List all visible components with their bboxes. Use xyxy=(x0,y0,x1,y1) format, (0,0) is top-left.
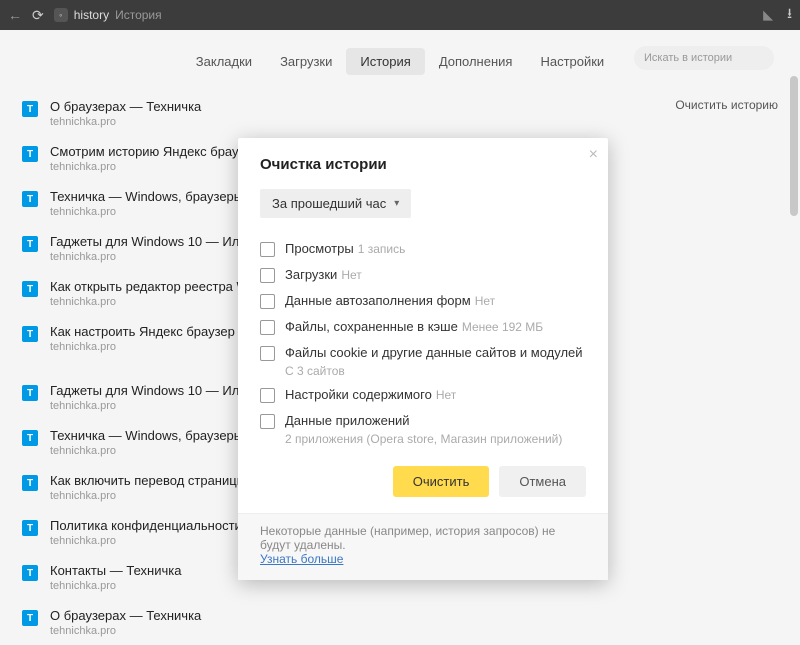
history-title: Смотрим историю Яндекс браузера xyxy=(50,144,266,159)
address-bar[interactable]: ◦ history История xyxy=(54,8,753,22)
learn-more-link[interactable]: Узнать больше xyxy=(260,552,343,566)
checkbox[interactable] xyxy=(260,414,275,429)
chevron-down-icon: ▾ xyxy=(394,198,399,209)
checkbox[interactable] xyxy=(260,388,275,403)
favicon-icon: T xyxy=(22,610,38,626)
tab-settings[interactable]: Настройки xyxy=(526,48,618,75)
content-area: Закладки Загрузки История Дополнения Нас… xyxy=(0,30,800,600)
address-sub: История xyxy=(115,8,162,22)
browser-toolbar: ← ⟳ ◦ history История ◣ ⭳ xyxy=(0,0,800,30)
option-subtext: 2 приложения (Opera store, Магазин прило… xyxy=(285,432,586,446)
favicon-icon: T xyxy=(22,475,38,491)
list-item[interactable]: T О браузерах — Техничка tehnichka.pro xyxy=(22,600,598,645)
checkbox[interactable] xyxy=(260,320,275,335)
option-label: Файлы, сохраненные в кэше xyxy=(285,319,458,334)
option-label: Файлы cookie и другие данные сайтов и мо… xyxy=(285,345,583,360)
favicon-icon: T xyxy=(22,565,38,581)
list-item[interactable]: T О браузерах — Техничка tehnichka.pro xyxy=(22,91,598,136)
tab-history[interactable]: История xyxy=(346,48,424,75)
history-domain: tehnichka.pro xyxy=(50,625,201,637)
option-note: 1 запись xyxy=(358,242,406,256)
favicon-icon: T xyxy=(22,430,38,446)
option-note: Менее 192 МБ xyxy=(462,320,543,334)
history-title: О браузерах — Техничка xyxy=(50,608,201,623)
option-views[interactable]: Просмотры 1 запись xyxy=(260,236,586,262)
option-note: Нет xyxy=(341,268,361,282)
checkbox[interactable] xyxy=(260,268,275,283)
clear-history-link[interactable]: Очистить историю xyxy=(675,98,778,112)
option-content[interactable]: Настройки содержимого Нет xyxy=(260,382,586,408)
option-downloads[interactable]: Загрузки Нет xyxy=(260,262,586,288)
option-label: Данные приложений xyxy=(285,413,410,428)
tab-bookmarks[interactable]: Закладки xyxy=(182,48,266,75)
checkbox[interactable] xyxy=(260,294,275,309)
favicon-icon: T xyxy=(22,281,38,297)
tab-addons[interactable]: Дополнения xyxy=(425,48,527,75)
history-domain: tehnichka.pro xyxy=(50,161,266,173)
dialog-footer: Некоторые данные (например, история запр… xyxy=(238,513,608,580)
search-placeholder: Искать в истории xyxy=(644,52,732,64)
site-icon: ◦ xyxy=(54,8,68,22)
option-autofill[interactable]: Данные автозаполнения форм Нет xyxy=(260,288,586,314)
option-note: Нет xyxy=(436,388,456,402)
option-subtext: С 3 сайтов xyxy=(285,364,586,378)
scrollbar-thumb[interactable] xyxy=(790,76,798,216)
back-icon: ← xyxy=(8,7,22,23)
favicon-icon: T xyxy=(22,326,38,342)
favicon-icon: T xyxy=(22,191,38,207)
time-range-dropdown[interactable]: За прошедший час ▾ xyxy=(260,189,411,218)
favicon-icon: T xyxy=(22,385,38,401)
history-title: О браузерах — Техничка xyxy=(50,99,201,114)
option-label: Настройки содержимого xyxy=(285,387,432,402)
history-title: Контакты — Техничка xyxy=(50,563,181,578)
history-domain: tehnichka.pro xyxy=(50,116,201,128)
side-panel: Очистить историю xyxy=(628,91,778,645)
option-apps[interactable]: Данные приложений xyxy=(260,408,586,434)
reload-icon[interactable]: ⟳ xyxy=(32,7,44,24)
bookmark-icon[interactable]: ◣ xyxy=(763,7,773,23)
favicon-icon: T xyxy=(22,236,38,252)
favicon-icon: T xyxy=(22,520,38,536)
favicon-icon: T xyxy=(22,146,38,162)
clear-button[interactable]: Очистить xyxy=(393,466,490,497)
cancel-button[interactable]: Отмена xyxy=(499,466,586,497)
checkbox[interactable] xyxy=(260,346,275,361)
option-cache[interactable]: Файлы, сохраненные в кэше Менее 192 МБ xyxy=(260,314,586,340)
nav-tabs: Закладки Загрузки История Дополнения Нас… xyxy=(0,30,800,91)
option-note: Нет xyxy=(475,294,495,308)
close-icon[interactable]: × xyxy=(589,146,598,164)
dropdown-value: За прошедший час xyxy=(272,196,386,211)
history-domain: tehnichka.pro xyxy=(50,580,181,592)
option-label: Данные автозаполнения форм xyxy=(285,293,471,308)
search-input[interactable]: Искать в истории xyxy=(634,46,774,70)
option-label: Загрузки xyxy=(285,267,337,282)
footer-text: Некоторые данные (например, история запр… xyxy=(260,524,555,552)
clear-history-dialog: × Очистка истории За прошедший час ▾ Про… xyxy=(238,138,608,580)
download-icon[interactable]: ⭳ xyxy=(787,3,792,27)
favicon-icon: T xyxy=(22,101,38,117)
checkbox[interactable] xyxy=(260,242,275,257)
option-label: Просмотры xyxy=(285,241,354,256)
dialog-title: Очистка истории xyxy=(260,156,586,173)
tab-downloads[interactable]: Загрузки xyxy=(266,48,346,75)
option-cookies[interactable]: Файлы cookie и другие данные сайтов и мо… xyxy=(260,340,586,366)
address-main: history xyxy=(74,8,109,22)
